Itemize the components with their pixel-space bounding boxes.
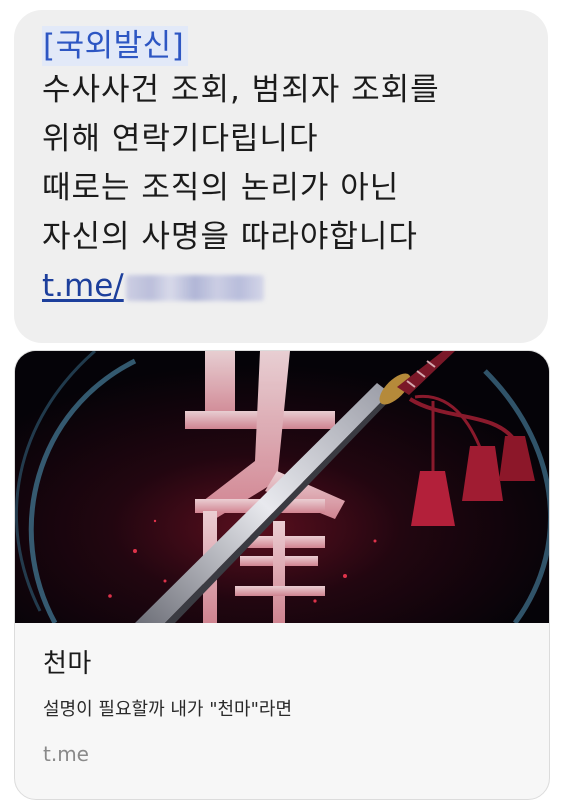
redacted-link-blur xyxy=(125,274,264,301)
message-link[interactable]: t.me/ xyxy=(42,263,548,309)
link-preview-card[interactable]: 천마 설명이 필요할까 내가 "천마"라면 t.me xyxy=(14,350,550,800)
preview-image[interactable] xyxy=(15,351,549,623)
international-sender-tag: [국외발신] xyxy=(42,26,189,66)
message-line-1: 수사사건 조회, 범죄자 조회를 xyxy=(42,72,440,108)
link-preview-info: 천마 설명이 필요할까 내가 "천마"라면 t.me xyxy=(15,623,549,767)
message-line-3: 때로는 조직의 논리가 아닌 xyxy=(42,170,400,206)
message-screen: [국외발신] 수사사건 조회, 범죄자 조회를 위해 연락기다립니다 때로는 조… xyxy=(0,0,563,808)
sword-poster-image xyxy=(15,351,549,623)
link-preview-title: 천마 xyxy=(43,649,92,679)
message-line-2: 위해 연락기다립니다 xyxy=(42,121,319,157)
message-bubble[interactable]: [국외발신] 수사사건 조회, 범죄자 조회를 위해 연락기다립니다 때로는 조… xyxy=(14,10,548,343)
link-preview-domain: t.me xyxy=(43,742,89,766)
message-link-text[interactable]: t.me/ xyxy=(42,268,124,304)
message-line-4: 자신의 사명을 따라야합니다 xyxy=(42,219,418,255)
link-preview-description: 설명이 필요할까 내가 "천마"라면 xyxy=(43,699,293,720)
